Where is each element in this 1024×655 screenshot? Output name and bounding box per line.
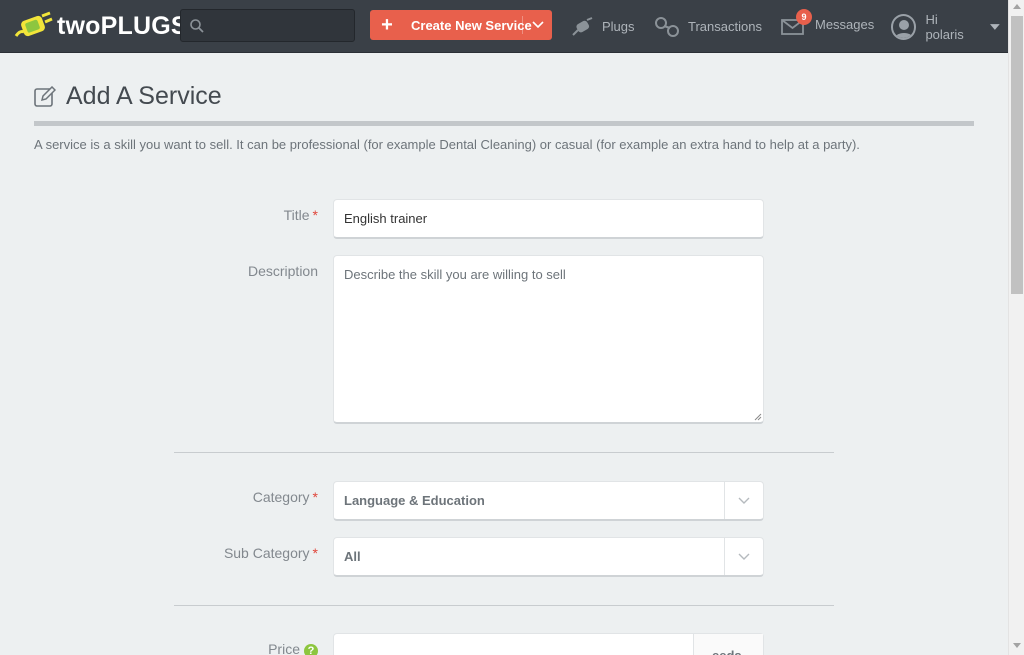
search-icon <box>190 19 204 33</box>
description-textarea[interactable]: Describe the skill you are willing to se… <box>333 255 764 424</box>
section-divider <box>174 452 834 453</box>
title-label: Title * <box>118 207 318 223</box>
create-new-service-label: Create New Service <box>411 17 532 33</box>
chevron-down-icon <box>738 497 750 504</box>
create-new-service-button[interactable]: + Create New Service <box>370 10 552 40</box>
description-placeholder: Describe the skill you are willing to se… <box>344 267 566 282</box>
scroll-down-arrow-icon[interactable] <box>1013 643 1021 648</box>
select-divider <box>724 538 725 575</box>
select-divider <box>724 482 725 519</box>
logo-text: twoPLUGS <box>57 11 188 40</box>
intro-text: A service is a skill you want to sell. I… <box>34 137 860 152</box>
search-input[interactable] <box>180 9 355 42</box>
subcategory-select[interactable]: All <box>333 537 764 577</box>
nav-plugs[interactable]: Plugs <box>572 0 635 53</box>
description-label-text: Description <box>247 263 318 279</box>
price-input[interactable]: eeds <box>333 633 764 655</box>
scroll-up-arrow-icon[interactable] <box>1013 4 1021 9</box>
nav-messages[interactable]: 9 Messages <box>781 0 874 53</box>
scroll-thumb[interactable] <box>1011 16 1023 294</box>
price-label: Price? <box>118 641 318 655</box>
caret-down-icon <box>990 23 1000 30</box>
nav-transactions-label: Transactions <box>688 19 762 34</box>
subcategory-label: Sub Category * <box>118 545 318 561</box>
plug-logo-icon <box>14 10 54 42</box>
chevron-down-icon <box>738 553 750 560</box>
price-addon: eeds <box>693 634 763 655</box>
category-label-text: Category <box>252 489 310 505</box>
resize-handle-icon[interactable] <box>754 413 762 421</box>
title-input[interactable]: English trainer <box>333 199 764 239</box>
button-divider <box>522 16 523 34</box>
price-addon-text: eeds <box>712 648 742 655</box>
required-marker: * <box>312 489 318 505</box>
plug-icon <box>572 16 593 36</box>
category-select[interactable]: Language & Education <box>333 481 764 521</box>
logo[interactable]: twoPLUGS <box>14 10 188 42</box>
transactions-icon <box>655 16 679 37</box>
title-label-text: Title <box>283 207 310 223</box>
category-label: Category * <box>118 489 318 505</box>
section-divider <box>174 605 834 606</box>
user-greeting: Hi polaris <box>925 11 964 42</box>
required-marker: * <box>312 545 318 561</box>
category-value: Language & Education <box>344 493 485 508</box>
nav-messages-label: Messages <box>815 17 875 32</box>
required-marker: * <box>312 207 318 223</box>
nav-transactions[interactable]: Transactions <box>654 0 762 53</box>
title-divider <box>34 121 974 126</box>
price-label-text: Price <box>268 641 300 655</box>
edit-icon <box>34 85 56 107</box>
page-header: Add A Service <box>34 82 222 111</box>
subcategory-value: All <box>344 549 361 564</box>
title-input-value: English trainer <box>344 211 428 226</box>
description-label: Description <box>118 263 318 279</box>
page-title: Add A Service <box>66 82 222 110</box>
messages-count-badge: 9 <box>796 9 812 25</box>
page-scrollbar[interactable] <box>1008 0 1024 655</box>
nav-plugs-label: Plugs <box>602 19 635 34</box>
subcategory-label-text: Sub Category <box>223 545 310 561</box>
top-navbar: twoPLUGS + Create New Service Plugs Tran… <box>0 0 1008 53</box>
help-icon[interactable]: ? <box>304 644 318 655</box>
avatar <box>891 13 917 40</box>
user-menu[interactable]: Hi polaris <box>891 0 1008 53</box>
chevron-down-icon[interactable] <box>530 16 546 32</box>
plus-icon: + <box>381 14 393 36</box>
